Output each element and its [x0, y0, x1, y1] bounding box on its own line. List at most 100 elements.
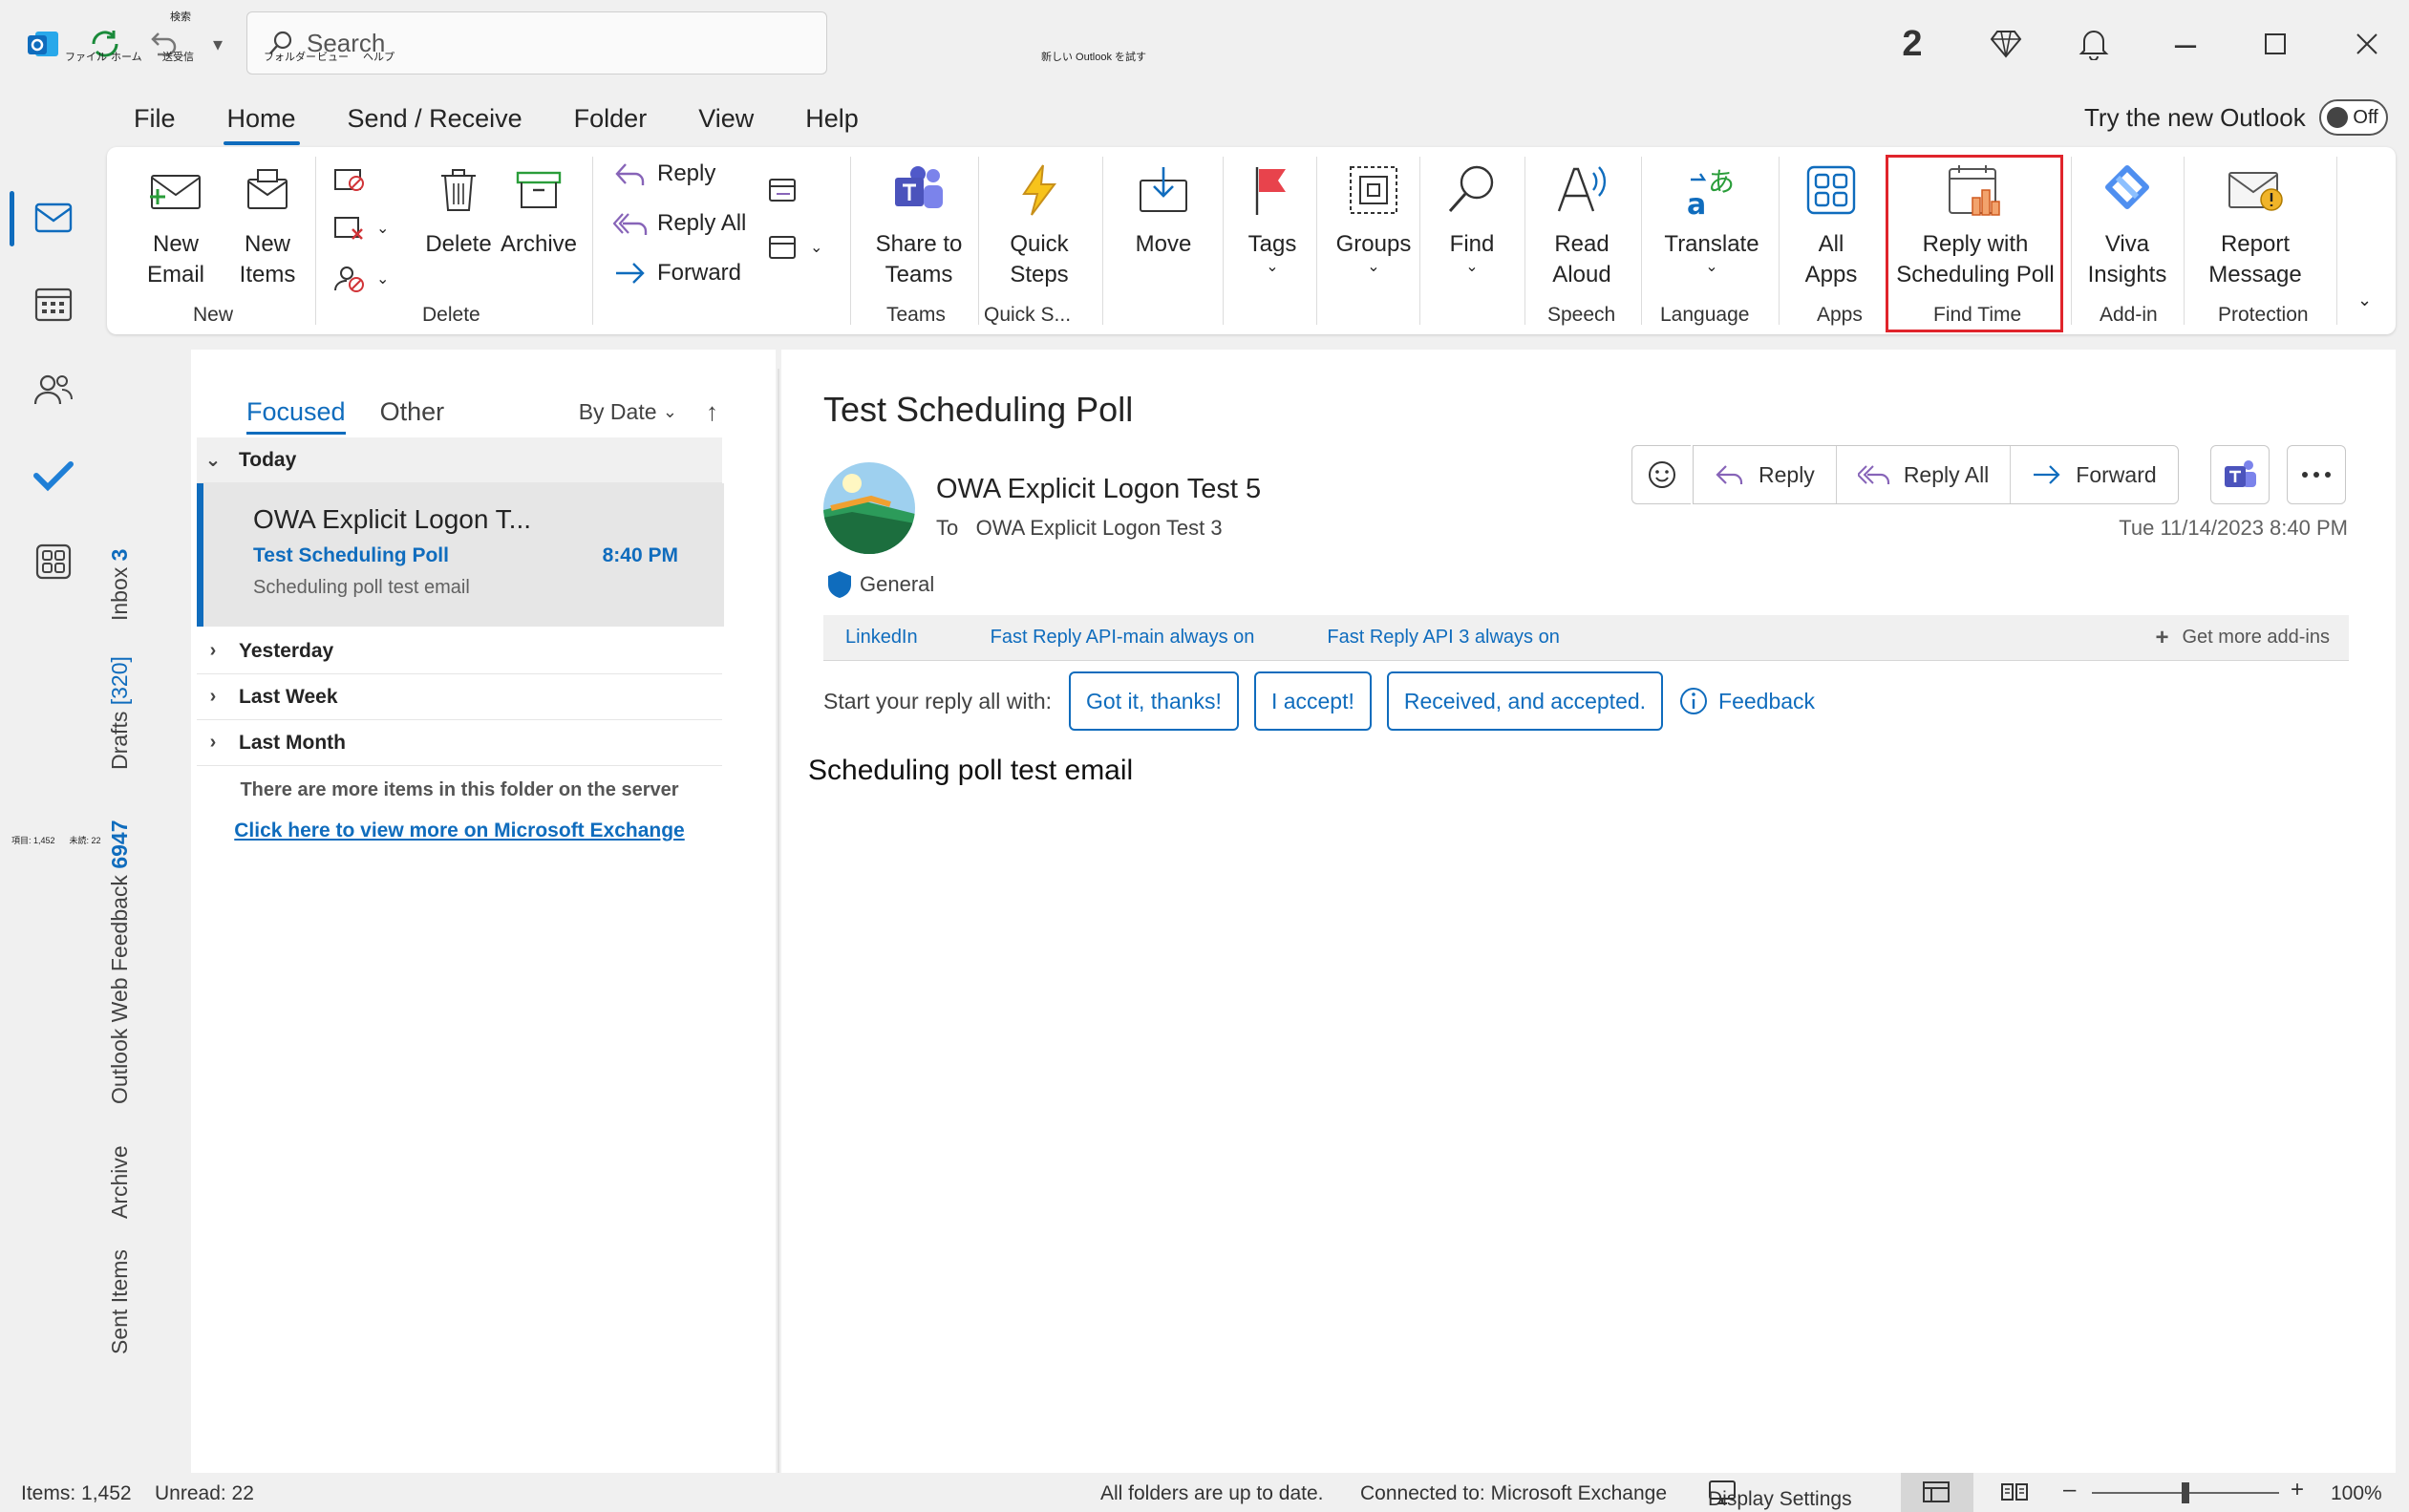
archive-button[interactable]: Archive	[493, 153, 585, 260]
quick-steps-button[interactable]: Quick Steps	[988, 153, 1091, 290]
meeting-reply-button[interactable]	[766, 176, 810, 204]
lightning-icon	[1018, 153, 1060, 227]
minimize-icon[interactable]: –	[2157, 17, 2214, 71]
jp-label: フォルダー	[264, 52, 316, 63]
badge-count[interactable]: 2	[1884, 17, 1941, 71]
reply-scheduling-poll-button[interactable]: Reply with Scheduling Poll	[1891, 153, 2059, 290]
find-button[interactable]: Find ⌄	[1429, 153, 1515, 275]
more-respond-button[interactable]: ⌄	[766, 233, 822, 262]
new-email-icon	[148, 153, 203, 227]
zoom-in-button[interactable]: +	[2291, 1477, 2304, 1503]
more-actions-button[interactable]	[2287, 445, 2346, 504]
suggestion-received[interactable]: Received, and accepted.	[1386, 671, 1664, 731]
group-label-speech: Speech	[1547, 304, 1616, 326]
group-label-language: Language	[1660, 304, 1750, 326]
addin-fast-reply-main[interactable]: Fast Reply API-main always on	[991, 627, 1255, 649]
reading-forward-button[interactable]: Forward	[2011, 446, 2177, 503]
reading-view-icon[interactable]	[2000, 1480, 2029, 1509]
reply-all-button[interactable]: Reply All	[613, 210, 746, 237]
search-box[interactable]: Search	[246, 11, 827, 75]
reply-button[interactable]: Reply	[613, 160, 715, 187]
try-new-toggle[interactable]: Off	[2318, 99, 2388, 136]
tab-file[interactable]: File	[130, 98, 180, 139]
zoom-out-button[interactable]: –	[2063, 1477, 2076, 1503]
people-icon[interactable]	[19, 355, 88, 424]
folder-inbox[interactable]: Inbox 3	[107, 537, 133, 621]
addin-fast-reply-3[interactable]: Fast Reply API 3 always on	[1327, 627, 1559, 649]
cleanup-button[interactable]: ⌄	[332, 214, 389, 243]
pane-splitter[interactable]	[778, 369, 779, 1477]
apps-icon[interactable]	[19, 527, 88, 596]
mail-icon[interactable]	[19, 183, 88, 252]
translate-button[interactable]: aあ Translate ⌄	[1651, 153, 1773, 275]
suggestion-got-it[interactable]: Got it, thanks!	[1069, 671, 1239, 731]
message-item[interactable]: OWA Explicit Logon T... Test Scheduling …	[197, 483, 724, 627]
customize-qa-icon[interactable]: ▾	[195, 21, 241, 67]
translate-label: Translate	[1664, 231, 1759, 257]
zoom-level: 100%	[2331, 1482, 2382, 1504]
sort-by-date[interactable]: By Date ⌄	[579, 399, 677, 425]
tab-send-receive[interactable]: Send / Receive	[344, 98, 526, 139]
tags-label: Tags	[1247, 231, 1297, 257]
groups-button[interactable]: Groups ⌄	[1326, 153, 1421, 275]
group-header-yesterday[interactable]: › Yesterday	[197, 628, 722, 674]
display-settings-button[interactable]: Display Settings	[1708, 1479, 1852, 1510]
sender-name[interactable]: OWA Explicit Logon Test 5	[936, 474, 1261, 505]
reading-reply-all-button[interactable]: Reply All	[1837, 446, 2012, 503]
tab-view[interactable]: View	[694, 98, 757, 139]
all-apps-button[interactable]: All Apps	[1788, 153, 1874, 290]
folder-sent-items[interactable]: Sent Items	[107, 1249, 133, 1354]
teams-chat-button[interactable]	[2210, 445, 2270, 504]
calendar-icon[interactable]	[19, 269, 88, 338]
move-button[interactable]: Move	[1112, 153, 1215, 260]
new-email-button[interactable]: New Email	[132, 153, 220, 290]
sort-direction-icon[interactable]: ↑	[706, 397, 718, 427]
group-header-today[interactable]: ⌄ Today	[197, 437, 722, 483]
viva-insights-button[interactable]: Viva Insights	[2077, 153, 2178, 290]
group-header-last-month[interactable]: › Last Month	[197, 720, 722, 766]
diamond-icon[interactable]	[1977, 17, 2035, 71]
reading-reply-button[interactable]: Reply	[1694, 446, 1837, 503]
tab-folder[interactable]: Folder	[570, 98, 651, 139]
translate-icon: aあ	[1683, 153, 1740, 227]
suggestion-i-accept[interactable]: I accept!	[1253, 671, 1372, 731]
ribbon-collapse-icon[interactable]: ⌄	[2357, 290, 2372, 310]
get-more-addins[interactable]: + Get more add-ins	[2155, 625, 2330, 651]
emoji-button[interactable]	[1631, 445, 1691, 504]
group-label-protection: Protection	[2218, 304, 2309, 326]
tab-focused[interactable]: Focused	[246, 397, 346, 427]
maximize-icon[interactable]	[2247, 17, 2304, 71]
addin-linkedin[interactable]: LinkedIn	[845, 627, 918, 649]
sender-avatar[interactable]	[823, 462, 915, 554]
tags-button[interactable]: Tags ⌄	[1232, 153, 1312, 275]
delete-label: Delete	[425, 231, 492, 257]
junk-button[interactable]: ⌄	[332, 264, 389, 294]
new-items-button[interactable]: New Items	[220, 153, 315, 290]
recipient-name[interactable]: OWA Explicit Logon Test 3	[976, 516, 1223, 540]
delete-button[interactable]: Delete	[413, 153, 504, 260]
tab-home[interactable]: Home	[223, 98, 300, 145]
new-email-label: New Email	[146, 231, 204, 287]
groups-label: Groups	[1335, 231, 1412, 257]
close-icon[interactable]	[2338, 17, 2396, 71]
folder-outlook-web-feedback[interactable]: Outlook Web Feedback 6947	[107, 820, 133, 1105]
archive-label: Archive	[500, 231, 578, 257]
read-aloud-button[interactable]: Read Aloud	[1534, 153, 1630, 290]
todo-icon[interactable]	[19, 441, 88, 510]
zoom-slider-thumb[interactable]	[2182, 1482, 2189, 1503]
message-time: 8:40 PM	[602, 544, 678, 566]
view-more-link[interactable]: Click here to view more on Microsoft Exc…	[197, 820, 722, 842]
share-to-teams-button[interactable]: Share to Teams	[862, 153, 976, 290]
bell-icon[interactable]	[2065, 17, 2122, 71]
tab-help[interactable]: Help	[801, 98, 863, 139]
forward-button[interactable]: Forward	[613, 260, 741, 287]
group-label-addin: Add-in	[2100, 304, 2158, 326]
feedback-link[interactable]: Feedback	[1678, 686, 1815, 716]
group-header-last-week[interactable]: › Last Week	[197, 674, 722, 720]
folder-drafts[interactable]: Drafts [320]	[107, 656, 133, 770]
message-sender: OWA Explicit Logon T...	[253, 504, 532, 534]
folder-archive[interactable]: Archive	[107, 1135, 133, 1219]
ignore-button[interactable]	[332, 164, 376, 193]
report-message-button[interactable]: Report Message	[2193, 153, 2317, 290]
tab-other[interactable]: Other	[380, 397, 445, 427]
